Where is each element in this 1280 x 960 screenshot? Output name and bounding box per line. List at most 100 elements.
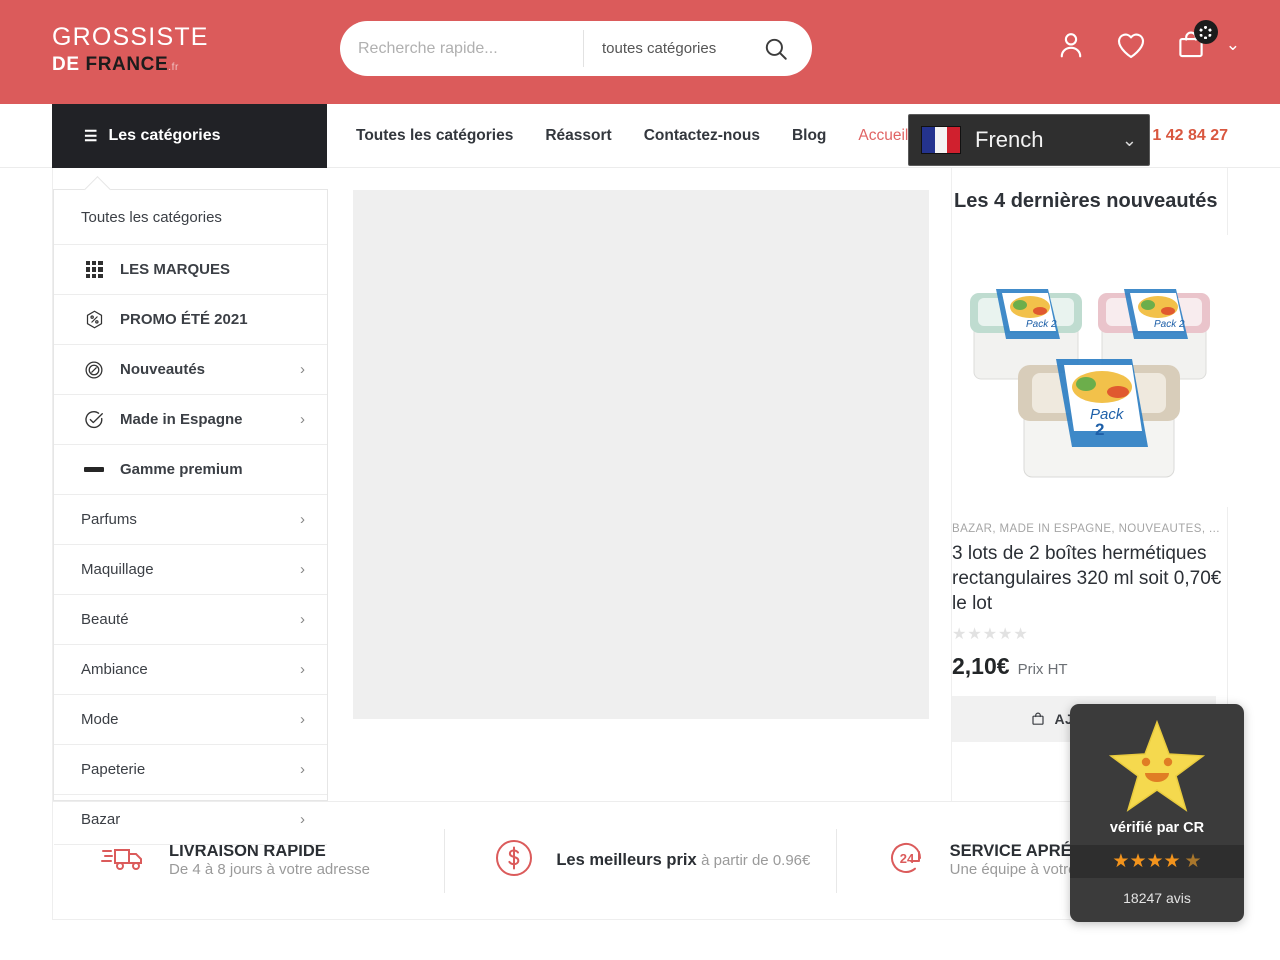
- chevron-right-icon: ›: [300, 761, 305, 778]
- chevron-right-icon: ›: [300, 661, 305, 678]
- product-image[interactable]: Pack 2 Pack 2 Pack 2: [952, 235, 1228, 507]
- product-price: 2,10€: [952, 653, 1010, 679]
- sidebar-item-parfums[interactable]: Parfums ›: [54, 495, 327, 545]
- sidebar-item-gamme-premium[interactable]: Gamme premium: [54, 445, 327, 495]
- account-button[interactable]: [1054, 28, 1088, 62]
- sidebar-item-label: Bazar: [81, 811, 121, 828]
- percent-badge-icon: [81, 309, 107, 330]
- review-widget-label: vérifié par CR: [1109, 820, 1205, 836]
- hero-banner-placeholder[interactable]: [353, 190, 929, 719]
- user-icon: [1060, 33, 1082, 58]
- logo-line-1: GROSSISTE: [52, 23, 209, 51]
- svg-text:Pack 2: Pack 2: [1026, 319, 1057, 330]
- nav-link-accueil[interactable]: Accueil: [858, 127, 908, 145]
- dollar-circle-icon: [492, 836, 536, 885]
- review-stars-filled: ★★★★: [1112, 851, 1181, 872]
- chevron-right-icon: ›: [300, 511, 305, 528]
- search-button[interactable]: [739, 21, 812, 76]
- tag-icon: [81, 359, 107, 381]
- feature-meilleurs-prix: Les meilleurs prix à partir de 0.96€: [444, 828, 835, 893]
- categories-menu-button[interactable]: ☰ Les catégories: [52, 104, 327, 168]
- shopping-bag-icon: [1031, 712, 1044, 725]
- feature-subtitle: à partir de 0.96€: [701, 852, 811, 869]
- chevron-right-icon: ›: [300, 611, 305, 628]
- search-input[interactable]: [340, 21, 583, 76]
- language-selector[interactable]: French ⌄: [908, 114, 1150, 166]
- sidebar-item-maquillage[interactable]: Maquillage ›: [54, 545, 327, 595]
- sidebar-item-label: Beauté: [81, 611, 129, 628]
- sidebar-item-label: Gamme premium: [120, 461, 243, 478]
- feature-text: Les meilleurs prix à partir de 0.96€: [556, 851, 810, 870]
- feature-subtitle: De 4 à 8 jours à votre adresse: [169, 861, 370, 878]
- chevron-down-icon: ⌄: [1121, 129, 1137, 150]
- logo-de: DE: [52, 54, 86, 75]
- product-name[interactable]: 3 lots de 2 boîtes hermétiques rectangul…: [952, 541, 1229, 616]
- nav-links: Toutes les catégories Réassort Contactez…: [356, 104, 908, 168]
- svg-text:24: 24: [899, 851, 914, 866]
- nav-link-contactez-nous[interactable]: Contactez-nous: [644, 127, 760, 145]
- header-actions: ⌄: [1054, 20, 1240, 62]
- categories-dropdown-panel: Toutes les catégories LES MARQUES PROMO …: [53, 189, 328, 845]
- sidebar-item-label: Mode: [81, 711, 119, 728]
- review-star-half: ★: [1184, 851, 1202, 872]
- sidebar-item-label: Ambiance: [81, 661, 148, 678]
- product-price-row: 2,10€ Prix HT: [952, 653, 1229, 680]
- heart-icon: [1117, 33, 1144, 59]
- loading-dots-icon: [1199, 25, 1213, 39]
- sidebar-item-label: Parfums: [81, 511, 137, 528]
- sidebar-item-les-marques[interactable]: LES MARQUES: [54, 245, 327, 295]
- sidebar-heading: Toutes les catégories: [54, 190, 327, 245]
- wishlist-button[interactable]: [1114, 28, 1148, 62]
- france-flag-icon: [921, 126, 961, 154]
- feature-title: Les meilleurs prix: [556, 851, 697, 869]
- review-badge-widget[interactable]: vérifié par CR ★★★★ ★ 18247 avis: [1070, 704, 1244, 922]
- phone-number[interactable]: 1 42 84 27: [1152, 104, 1228, 168]
- smiling-star-icon: [1070, 704, 1244, 814]
- sidebar-item-label: LES MARQUES: [120, 261, 231, 278]
- sidebar-item-promo-ete-2021[interactable]: PROMO ÉTÉ 2021: [54, 295, 327, 345]
- product-categories[interactable]: BAZAR, MADE IN ESPAGNE, NOUVEAUTÉS, ...: [952, 523, 1229, 535]
- site-header: GROSSISTE DE FRANCE.fr toutes catégories: [0, 0, 1280, 104]
- sidebar-item-label: Nouveautés: [120, 361, 206, 378]
- feature-text: LIVRAISON RAPIDE De 4 à 8 jours à votre …: [169, 842, 444, 879]
- logo-france: FRANCE: [85, 54, 169, 75]
- sidebar-item-bazar[interactable]: Bazar ›: [54, 795, 327, 845]
- nav-link-toutes-les-categories[interactable]: Toutes les catégories: [356, 127, 513, 145]
- product-price-note: Prix HT: [1017, 661, 1068, 678]
- logo-line-2: DE FRANCE.fr: [52, 55, 209, 74]
- logo-domain: .fr: [168, 62, 179, 73]
- sidebar-item-made-in-espagne[interactable]: Made in Espagne ›: [54, 395, 327, 445]
- 24h-support-icon: 24: [884, 836, 930, 885]
- nav-link-blog[interactable]: Blog: [792, 127, 826, 145]
- sidebar-item-nouveautes[interactable]: Nouveautés ›: [54, 345, 327, 395]
- sidebar-item-label: Papeterie: [81, 761, 146, 778]
- sidebar-item-label: PROMO ÉTÉ 2021: [120, 311, 248, 328]
- hamburger-icon: ☰: [84, 128, 98, 145]
- cart-count-badge: [1193, 20, 1218, 44]
- chevron-right-icon: ›: [300, 561, 305, 578]
- svg-text:Pack 2: Pack 2: [1154, 319, 1185, 330]
- review-widget-count: 18247 avis: [1123, 890, 1191, 906]
- sidebar-item-beaute[interactable]: Beauté ›: [54, 595, 327, 645]
- site-logo[interactable]: GROSSISTE DE FRANCE.fr: [52, 23, 209, 75]
- sidebar-item-label: Maquillage: [81, 561, 154, 578]
- delivery-truck-icon: [101, 841, 149, 880]
- chevron-right-icon: ›: [300, 411, 305, 428]
- categories-menu-label: Les catégories: [108, 127, 221, 144]
- nav-link-reassort[interactable]: Réassort: [545, 127, 611, 145]
- chevron-right-icon: ›: [300, 361, 305, 378]
- pack-2-food-containers-illustration: Pack 2 Pack 2 Pack 2: [970, 289, 1210, 478]
- grid-dots-icon: [81, 261, 107, 278]
- search-category-select[interactable]: toutes catégories: [584, 21, 739, 76]
- page-root: GROSSISTE DE FRANCE.fr toutes catégories: [0, 0, 1280, 960]
- cart-button[interactable]: [1174, 20, 1218, 62]
- cart-chevron-down-icon[interactable]: ⌄: [1226, 35, 1240, 55]
- check-circle-icon: [81, 409, 107, 431]
- latest-products-title: Les 4 dernières nouveautés: [954, 190, 1218, 212]
- dash-icon: [81, 467, 107, 472]
- sidebar-item-ambiance[interactable]: Ambiance ›: [54, 645, 327, 695]
- search-icon: [765, 38, 787, 60]
- sidebar-item-papeterie[interactable]: Papeterie ›: [54, 745, 327, 795]
- sidebar-item-mode[interactable]: Mode ›: [54, 695, 327, 745]
- chevron-right-icon: ›: [300, 711, 305, 728]
